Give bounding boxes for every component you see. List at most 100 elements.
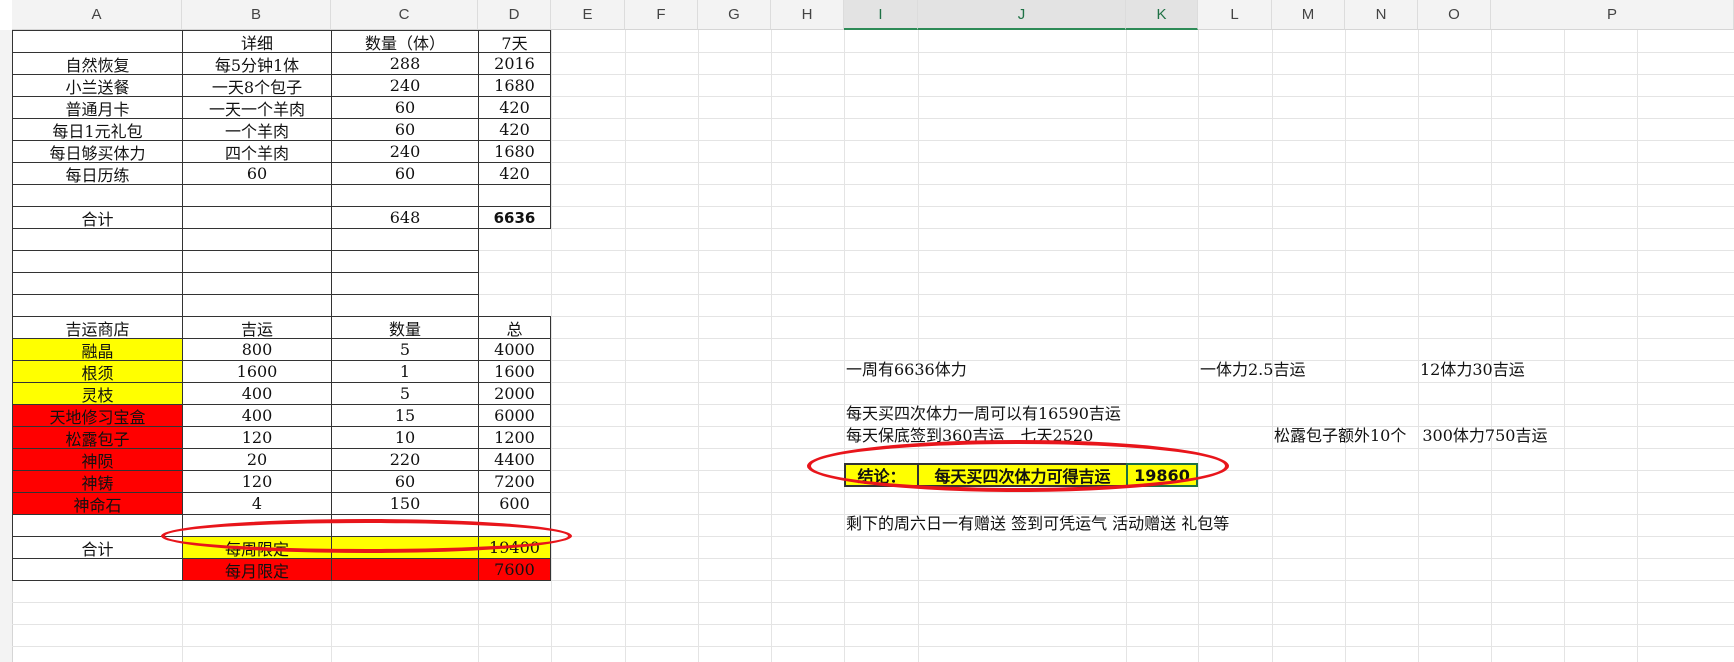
column-header-f[interactable]: F — [625, 0, 698, 30]
cell[interactable]: 120 — [182, 426, 332, 449]
cell[interactable] — [12, 184, 183, 207]
cell[interactable]: 2016 — [478, 52, 551, 75]
cell[interactable]: 数量 — [331, 316, 479, 339]
cell[interactable]: 4400 — [478, 448, 551, 471]
cell[interactable]: 220 — [331, 448, 479, 471]
cell[interactable] — [182, 250, 332, 273]
monthly-limit-label[interactable]: 每月限定 — [182, 558, 332, 581]
item-name[interactable]: 根须 — [12, 360, 183, 383]
cell[interactable]: 120 — [182, 470, 332, 493]
note-ratio-2[interactable]: 12体力30吉运 — [1420, 356, 1525, 380]
cell[interactable] — [12, 272, 183, 295]
column-header-n[interactable]: N — [1345, 0, 1418, 30]
cell[interactable]: 240 — [331, 140, 479, 163]
cell[interactable]: 吉运商店 — [12, 316, 183, 339]
item-name[interactable]: 融晶 — [12, 338, 183, 361]
cell[interactable]: 一天8个包子 — [182, 74, 332, 97]
cell[interactable]: 四个羊肉 — [182, 140, 332, 163]
cell[interactable] — [331, 294, 479, 317]
cell[interactable]: 1600 — [182, 360, 332, 383]
item-name[interactable]: 神铸 — [12, 470, 183, 493]
cell[interactable]: 每日够买体力 — [12, 140, 183, 163]
cell[interactable]: 每5分钟1体 — [182, 52, 332, 75]
cell[interactable]: 600 — [478, 492, 551, 515]
cell[interactable]: 420 — [478, 118, 551, 141]
cell[interactable]: 吉运 — [182, 316, 332, 339]
cell[interactable]: 10 — [331, 426, 479, 449]
cell[interactable] — [182, 272, 332, 295]
column-header-b[interactable]: B — [182, 0, 331, 30]
cell[interactable] — [331, 228, 479, 251]
cell[interactable] — [182, 206, 332, 229]
cell[interactable]: 7天 — [478, 30, 551, 53]
cell[interactable] — [331, 250, 479, 273]
column-header-e[interactable]: E — [551, 0, 625, 30]
cell[interactable] — [12, 228, 183, 251]
column-header-h[interactable]: H — [771, 0, 844, 30]
column-header-i[interactable]: I — [844, 0, 918, 30]
monthly-total[interactable]: 7600 — [478, 558, 551, 581]
cell[interactable]: 详细 — [182, 30, 332, 53]
item-name[interactable]: 神陨 — [12, 448, 183, 471]
cell[interactable]: 1200 — [478, 426, 551, 449]
note-buy4[interactable]: 每天买四次体力一周可以有16590吉运 — [846, 400, 1121, 424]
cell[interactable] — [331, 184, 479, 207]
cell[interactable]: 2000 — [478, 382, 551, 405]
cell[interactable]: 60 — [331, 470, 479, 493]
column-header-j[interactable]: J — [918, 0, 1126, 30]
cell[interactable]: 5 — [331, 338, 479, 361]
cell[interactable]: 400 — [182, 382, 332, 405]
cell[interactable]: 150 — [331, 492, 479, 515]
cell[interactable]: 4 — [182, 492, 332, 515]
cell[interactable] — [331, 558, 479, 581]
cell[interactable]: 7200 — [478, 470, 551, 493]
cell[interactable] — [182, 184, 332, 207]
cell[interactable]: 1680 — [478, 140, 551, 163]
cell[interactable]: 420 — [478, 162, 551, 185]
item-name[interactable]: 天地修习宝盒 — [12, 404, 183, 427]
column-header-c[interactable]: C — [331, 0, 478, 30]
cell[interactable]: 5 — [331, 382, 479, 405]
cell[interactable]: 小兰送餐 — [12, 74, 183, 97]
cell[interactable]: 自然恢复 — [12, 52, 183, 75]
note-week-stamina[interactable]: 一周有6636体力 — [846, 356, 967, 380]
cell[interactable]: 数量（体） — [331, 30, 479, 53]
column-header-g[interactable]: G — [698, 0, 771, 30]
column-header-o[interactable]: O — [1418, 0, 1491, 30]
item-name[interactable]: 松露包子 — [12, 426, 183, 449]
cell[interactable]: 800 — [182, 338, 332, 361]
cell[interactable]: 每日1元礼包 — [12, 118, 183, 141]
cell[interactable]: 288 — [331, 52, 479, 75]
column-header-a[interactable]: A — [12, 0, 182, 30]
cell[interactable]: 普通月卡 — [12, 96, 183, 119]
cell[interactable] — [182, 294, 332, 317]
column-header-d[interactable]: D — [478, 0, 551, 30]
cell[interactable]: 1 — [331, 360, 479, 383]
cell[interactable]: 一天一个羊肉 — [182, 96, 332, 119]
cell[interactable]: 4000 — [478, 338, 551, 361]
cell[interactable]: 每日历练 — [12, 162, 183, 185]
cell[interactable]: 60 — [331, 162, 479, 185]
column-header-k[interactable]: K — [1126, 0, 1198, 30]
cell[interactable] — [478, 184, 551, 207]
total-qty[interactable]: 648 — [331, 206, 479, 229]
cell[interactable]: 420 — [478, 96, 551, 119]
cell[interactable]: 总 — [478, 316, 551, 339]
item-name[interactable]: 灵枝 — [12, 382, 183, 405]
cell[interactable]: 一个羊肉 — [182, 118, 332, 141]
item-name[interactable]: 神命石 — [12, 492, 183, 515]
cell[interactable]: 20 — [182, 448, 332, 471]
cell[interactable]: 1680 — [478, 74, 551, 97]
note-bun[interactable]: 松露包子额外10个 300体力750吉运 — [1274, 422, 1547, 446]
cell[interactable] — [12, 250, 183, 273]
cell[interactable] — [12, 558, 183, 581]
cell[interactable]: 60 — [331, 118, 479, 141]
cell[interactable] — [331, 272, 479, 295]
cell[interactable]: 1600 — [478, 360, 551, 383]
total-label[interactable]: 合计 — [12, 206, 183, 229]
cell[interactable]: 15 — [331, 404, 479, 427]
cell[interactable]: 6000 — [478, 404, 551, 427]
cell[interactable]: 60 — [331, 96, 479, 119]
note-remaining[interactable]: 剩下的周六日一有赠送 签到可凭运气 活动赠送 礼包等 — [846, 510, 1229, 534]
note-ratio-1[interactable]: 一体力2.5吉运 — [1200, 356, 1305, 380]
